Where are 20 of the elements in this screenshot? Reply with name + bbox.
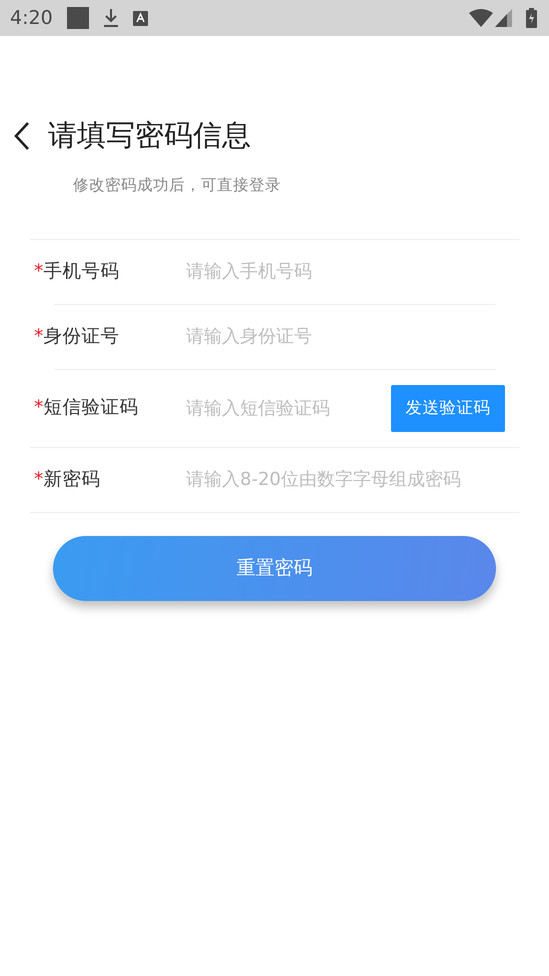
send-code-button[interactable]: 发送验证码 xyxy=(391,384,505,432)
field-label: *手机号码 xyxy=(33,260,120,284)
field-label: *新密码 xyxy=(33,468,102,492)
keyboard-icon xyxy=(132,10,148,26)
wifi-icon xyxy=(469,9,493,27)
page-subtitle: 修改密码成功后，可直接登录 xyxy=(73,174,282,196)
page-title: 请填写密码信息 xyxy=(48,117,251,154)
field-label: *身份证号 xyxy=(33,324,120,349)
download-icon xyxy=(102,8,119,28)
input-field[interactable]: 请输入8-20位由数字字母组成密码 xyxy=(186,466,520,494)
signal-icon xyxy=(495,9,512,27)
input-field[interactable]: 请输入身份证号 xyxy=(186,323,520,350)
input-field[interactable]: 请输入手机号码 xyxy=(186,258,520,286)
status-time: 4:20 xyxy=(10,6,53,31)
battery-icon xyxy=(526,8,537,28)
field-label: *短信验证码 xyxy=(33,396,140,420)
back-icon[interactable] xyxy=(14,122,30,150)
square-icon xyxy=(66,7,89,29)
input-field[interactable]: 请输入短信验证码 xyxy=(186,394,391,422)
reset-password-button[interactable]: 重置密码 xyxy=(53,536,496,601)
